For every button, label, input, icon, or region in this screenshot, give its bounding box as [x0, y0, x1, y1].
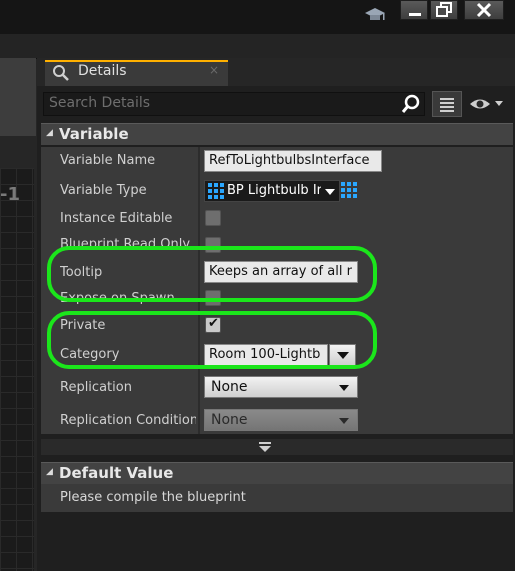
variable-type-value: BP Lightbulb Ir [227, 183, 321, 198]
toolbar-strip [0, 34, 515, 59]
chevron-down-icon [325, 189, 335, 195]
replication-dropdown[interactable]: None [204, 376, 358, 398]
details-magnifier-icon [52, 64, 69, 81]
compile-message: Please compile the blueprint [60, 490, 246, 505]
tooltip-highlight-annotation [47, 246, 377, 302]
search-icon[interactable] [400, 94, 422, 114]
list-view-button[interactable] [432, 91, 462, 117]
replication-value: None [211, 379, 248, 395]
graph-label: -1 [0, 184, 20, 205]
chevron-down-icon [339, 418, 349, 424]
view-options-eye-icon[interactable] [468, 94, 508, 114]
collapse-arrow-icon[interactable]: ◢ [46, 128, 53, 138]
collapse-arrow-icon[interactable]: ◢ [46, 467, 53, 477]
variable-name-label: Variable Name [60, 153, 156, 168]
graduation-cap-icon[interactable] [364, 6, 386, 24]
replication-condition-label: Replication Condition [60, 413, 196, 428]
instance-editable-label: Instance Editable [60, 211, 173, 226]
instance-editable-checkbox[interactable] [205, 210, 221, 226]
chevron-down-icon [339, 385, 349, 391]
private-category-highlight-annotation [47, 311, 377, 369]
tab-label: Details [78, 63, 127, 79]
container-type-grid-icon[interactable] [340, 181, 358, 203]
variable-type-dropdown[interactable]: BP Lightbulb Ir [204, 180, 340, 202]
default-value-section-title: Default Value [59, 464, 174, 482]
replication-condition-dropdown[interactable]: None [204, 409, 358, 431]
replication-label: Replication [60, 380, 132, 395]
left-panel [0, 58, 36, 136]
expand-arrow-icon [259, 442, 271, 452]
minimize-button[interactable] [400, 0, 428, 20]
variable-section-title: Variable [59, 125, 129, 143]
graph-canvas[interactable] [0, 168, 34, 571]
variable-type-label: Variable Type [60, 183, 147, 198]
interface-type-icon [208, 183, 224, 199]
replication-condition-value: None [211, 412, 248, 428]
search-placeholder: Search Details [49, 95, 151, 111]
variable-name-field[interactable]: RefToLightbulbsInterface [204, 150, 382, 172]
tab-close-button[interactable]: × [209, 63, 219, 77]
advanced-expander[interactable] [41, 439, 513, 455]
tab-details[interactable] [45, 60, 228, 86]
close-window-button[interactable] [464, 0, 504, 20]
maximize-button[interactable] [430, 0, 458, 20]
